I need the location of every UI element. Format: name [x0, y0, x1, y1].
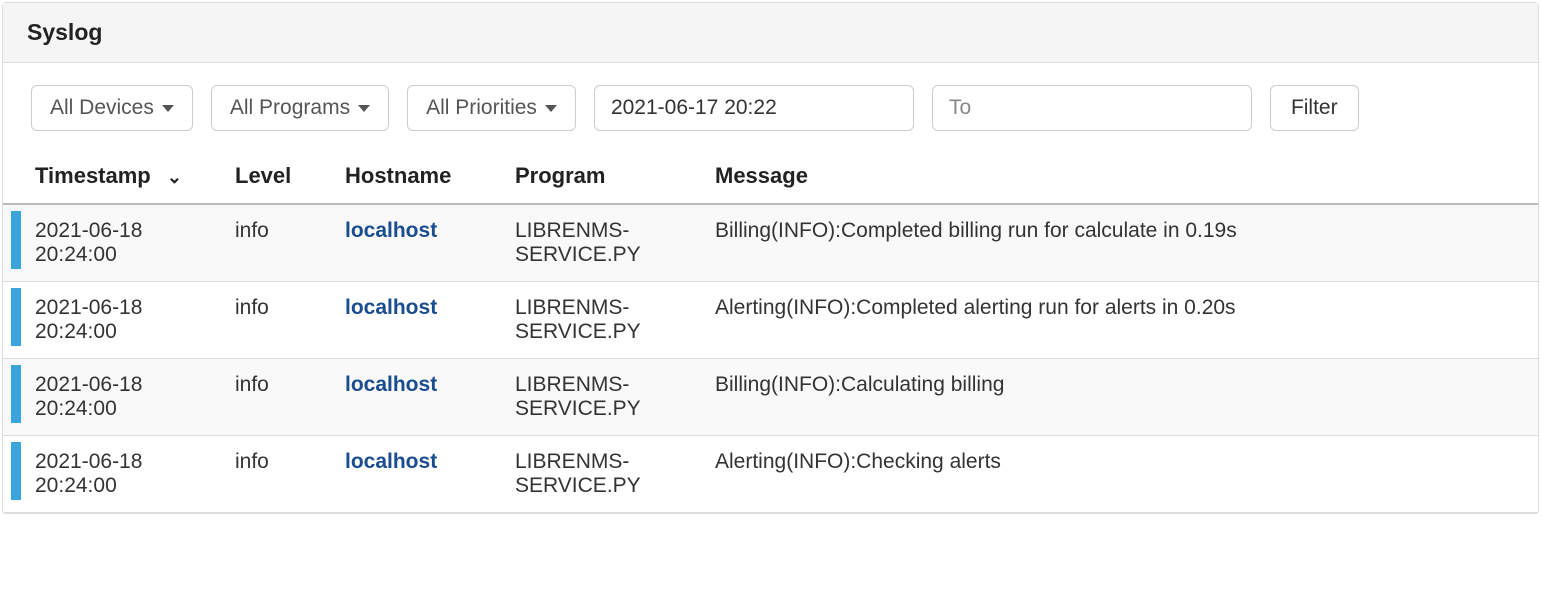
- col-hostname[interactable]: Hostname: [333, 149, 503, 204]
- from-datetime-input[interactable]: [594, 85, 914, 131]
- hostname-link[interactable]: localhost: [345, 373, 437, 396]
- cell-message: Alerting(INFO):Completed alerting run fo…: [703, 282, 1538, 359]
- to-datetime-input[interactable]: [932, 85, 1252, 131]
- priorities-dropdown[interactable]: All Priorities: [407, 85, 576, 131]
- level-indicator: [3, 282, 23, 359]
- cell-program: LIBRENMS-SERVICE.PY: [503, 204, 703, 282]
- cell-timestamp: 2021-06-18 20:24:00: [23, 282, 223, 359]
- cell-level: info: [223, 282, 333, 359]
- caret-down-icon: [162, 105, 174, 112]
- hostname-link[interactable]: localhost: [345, 296, 437, 319]
- col-timestamp[interactable]: Timestamp ⌄: [23, 149, 223, 204]
- cell-timestamp: 2021-06-18 20:24:00: [23, 204, 223, 282]
- table-row: 2021-06-18 20:24:00info localhost LIBRENMS…: [3, 282, 1538, 359]
- priorities-dropdown-label: All Priorities: [426, 96, 537, 120]
- cell-message: Billing(INFO):Completed billing run for …: [703, 204, 1538, 282]
- cell-program: LIBRENMS-SERVICE.PY: [503, 359, 703, 436]
- panel-title: Syslog: [3, 3, 1538, 63]
- filter-button[interactable]: Filter: [1270, 85, 1359, 131]
- col-indicator: [3, 149, 23, 204]
- caret-down-icon: [545, 105, 557, 112]
- hostname-link[interactable]: localhost: [345, 450, 437, 473]
- cell-timestamp: 2021-06-18 20:24:00: [23, 359, 223, 436]
- table-row: 2021-06-18 20:24:00info localhost LIBRENMS…: [3, 204, 1538, 282]
- cell-program: LIBRENMS-SERVICE.PY: [503, 282, 703, 359]
- table-row: 2021-06-18 20:24:00info localhost LIBRENMS…: [3, 436, 1538, 513]
- level-indicator: [3, 359, 23, 436]
- cell-message: Billing(INFO):Calculating billing: [703, 359, 1538, 436]
- chevron-down-icon: ⌄: [167, 167, 182, 188]
- caret-down-icon: [358, 105, 370, 112]
- syslog-panel: Syslog All Devices All Programs All Prio…: [2, 2, 1539, 514]
- level-indicator-bar: [11, 288, 21, 346]
- hostname-link[interactable]: localhost: [345, 219, 437, 242]
- col-timestamp-label: Timestamp: [35, 163, 151, 188]
- cell-hostname: localhost: [333, 204, 503, 282]
- cell-level: info: [223, 436, 333, 513]
- cell-hostname: localhost: [333, 436, 503, 513]
- col-program[interactable]: Program: [503, 149, 703, 204]
- cell-program: LIBRENMS-SERVICE.PY: [503, 436, 703, 513]
- devices-dropdown[interactable]: All Devices: [31, 85, 193, 131]
- syslog-table: Timestamp ⌄ Level Hostname Program Messa…: [3, 149, 1538, 513]
- cell-level: info: [223, 359, 333, 436]
- col-message[interactable]: Message: [703, 149, 1538, 204]
- level-indicator-bar: [11, 365, 21, 423]
- col-level[interactable]: Level: [223, 149, 333, 204]
- filter-bar: All Devices All Programs All Priorities …: [3, 63, 1538, 149]
- programs-dropdown[interactable]: All Programs: [211, 85, 389, 131]
- cell-timestamp: 2021-06-18 20:24:00: [23, 436, 223, 513]
- level-indicator-bar: [11, 211, 21, 269]
- table-row: 2021-06-18 20:24:00info localhost LIBRENMS…: [3, 359, 1538, 436]
- cell-hostname: localhost: [333, 282, 503, 359]
- programs-dropdown-label: All Programs: [230, 96, 350, 120]
- level-indicator-bar: [11, 442, 21, 500]
- level-indicator: [3, 436, 23, 513]
- devices-dropdown-label: All Devices: [50, 96, 154, 120]
- cell-hostname: localhost: [333, 359, 503, 436]
- cell-level: info: [223, 204, 333, 282]
- cell-message: Alerting(INFO):Checking alerts: [703, 436, 1538, 513]
- level-indicator: [3, 204, 23, 282]
